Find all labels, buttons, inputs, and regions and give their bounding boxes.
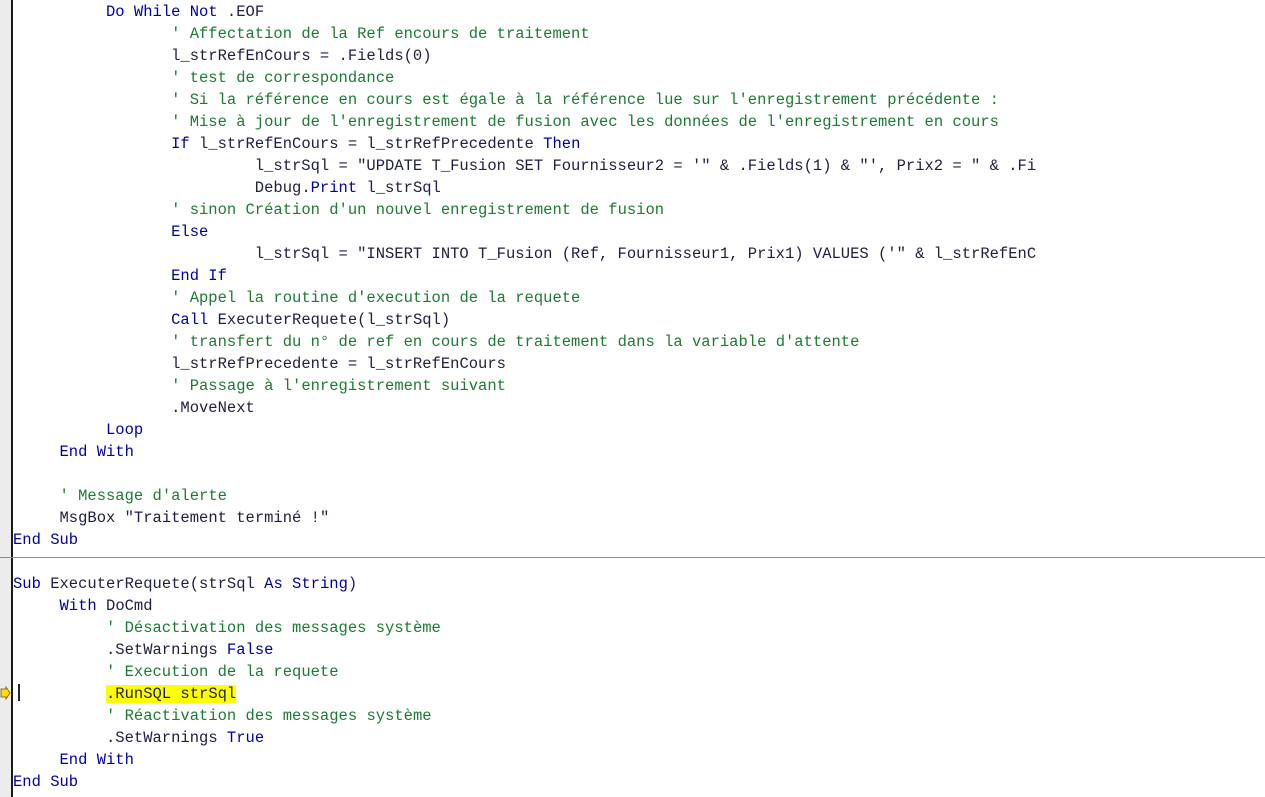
code-line[interactable]: Debug.Print l_strSql: [255, 177, 441, 199]
code-keyword: Do While Not: [106, 3, 218, 21]
code-text: .SetWarnings: [106, 729, 227, 747]
code-keyword: End Sub: [13, 531, 79, 549]
code-line[interactable]: ' Appel la routine d'execution de la req…: [171, 287, 580, 309]
code-line[interactable]: [13, 463, 22, 485]
code-text: .SetWarnings: [106, 641, 227, 659]
code-keyword: End Sub: [13, 773, 79, 791]
code-text: ExecuterRequete(l_strSql): [208, 311, 451, 329]
code-comment: ' transfert du n° de ref en cours de tra…: [171, 333, 860, 351]
code-keyword: With: [59, 597, 97, 615]
code-comment: ' sinon Création d'un nouvel enregistrem…: [171, 201, 665, 219]
code-line[interactable]: MsgBox "Traitement terminé !": [60, 507, 330, 529]
code-keyword: End With: [59, 751, 134, 769]
code-comment: ' Si la référence en cours est égale à l…: [171, 91, 999, 109]
code-surface[interactable]: Do While Not .EOF ' Affectation de la Ref…: [13, 0, 1265, 797]
code-comment: ' Mise à jour de l'enregistrement de fus…: [171, 113, 999, 131]
code-keyword: End With: [59, 443, 134, 461]
code-text: l_strRefEnCours = l_strRefPrecedente: [189, 135, 544, 153]
code-keyword: Call: [171, 311, 209, 329]
code-line[interactable]: ' Réactivation des messages système: [106, 705, 432, 727]
code-text: l_strSql = "UPDATE T_Fusion SET Fourniss…: [254, 157, 1037, 175]
code-line[interactable]: If l_strRefEnCours = l_strRefPrecedente …: [171, 133, 580, 155]
code-line[interactable]: Call ExecuterRequete(l_strSql): [171, 309, 450, 331]
code-line[interactable]: ' Execution de la requete: [106, 661, 339, 683]
code-line[interactable]: ' Affectation de la Ref encours de trait…: [171, 23, 590, 45]
code-keyword: End If: [171, 267, 227, 285]
code-keyword: Sub: [13, 575, 41, 593]
code-keyword: Loop: [106, 421, 144, 439]
code-keyword: False: [226, 641, 274, 659]
code-text: l_strRefPrecedente = l_strRefEnCours: [171, 355, 506, 373]
code-line[interactable]: With DoCmd: [60, 595, 153, 617]
code-keyword: Print: [310, 179, 358, 197]
code-keyword: True: [226, 729, 265, 747]
code-line[interactable]: Do While Not .EOF: [106, 1, 264, 23]
text-caret: [18, 684, 20, 701]
code-line[interactable]: l_strRefEnCours = .Fields(0): [171, 45, 431, 67]
editor-gutter[interactable]: [0, 0, 11, 797]
code-line[interactable]: .SetWarnings True: [106, 727, 264, 749]
code-text: MsgBox "Traitement terminé !": [59, 509, 330, 527]
code-line[interactable]: ' sinon Création d'un nouvel enregistrem…: [171, 199, 664, 221]
code-line[interactable]: End With: [60, 441, 134, 463]
code-comment: ' Désactivation des messages système: [106, 619, 441, 637]
code-keyword: Else: [171, 223, 209, 241]
code-keyword: Then: [543, 135, 581, 153]
vba-code-editor[interactable]: Do While Not .EOF ' Affectation de la Ref…: [0, 0, 1265, 797]
code-text: l_strSql: [357, 179, 441, 197]
code-comment: ' Affectation de la Ref encours de trait…: [171, 25, 590, 43]
code-text: l_strRefEnCours = .Fields(0): [171, 47, 432, 65]
code-line[interactable]: End Sub: [13, 529, 78, 551]
code-line[interactable]: ' Message d'alerte: [60, 485, 227, 507]
code-line[interactable]: End If: [171, 265, 227, 287]
code-keyword: As String: [264, 575, 348, 593]
code-text: ): [347, 575, 358, 593]
code-line[interactable]: l_strSql = "UPDATE T_Fusion SET Fourniss…: [255, 155, 1036, 177]
code-line[interactable]: ' Si la référence en cours est égale à l…: [171, 89, 999, 111]
code-line[interactable]: Loop: [106, 419, 143, 441]
code-comment: ' Passage à l'enregistrement suivant: [171, 377, 506, 395]
code-comment: ' test de correspondance: [171, 69, 395, 87]
code-text: ExecuterRequete(strSql: [40, 575, 265, 593]
code-line[interactable]: ' Passage à l'enregistrement suivant: [171, 375, 506, 397]
code-comment: ' Message d'alerte: [59, 487, 227, 505]
code-line[interactable]: [13, 551, 22, 573]
code-text: .MoveNext: [171, 399, 255, 417]
code-line[interactable]: ' Mise à jour de l'enregistrement de fus…: [171, 111, 999, 133]
highlighted-code-token: .RunSQL strSql: [106, 685, 237, 703]
code-line[interactable]: End Sub: [13, 771, 78, 793]
code-comment: ' Execution de la requete: [106, 663, 339, 681]
code-line[interactable]: ' Désactivation des messages système: [106, 617, 441, 639]
code-comment: ' Réactivation des messages système: [106, 707, 432, 725]
code-line[interactable]: Sub ExecuterRequete(strSql As String): [13, 573, 357, 595]
code-line[interactable]: ' test de correspondance: [171, 67, 394, 89]
code-comment: ' Appel la routine d'execution de la req…: [171, 289, 581, 307]
code-line[interactable]: .RunSQL strSql: [106, 683, 237, 705]
code-line[interactable]: l_strRefPrecedente = l_strRefEnCours: [171, 353, 506, 375]
code-line[interactable]: End With: [60, 749, 134, 771]
code-line[interactable]: Else: [171, 221, 208, 243]
code-text: Debug: [254, 179, 302, 197]
right-arrow-icon: [0, 686, 11, 700]
code-text: .: [301, 179, 311, 197]
code-line[interactable]: .SetWarnings False: [106, 639, 273, 661]
code-text: DoCmd: [96, 597, 153, 615]
code-text: l_strSql = "INSERT INTO T_Fusion (Ref, F…: [254, 245, 1037, 263]
code-text: .EOF: [217, 3, 265, 21]
code-line[interactable]: l_strSql = "INSERT INTO T_Fusion (Ref, F…: [255, 243, 1036, 265]
code-keyword: If: [171, 135, 190, 153]
code-line[interactable]: .MoveNext: [171, 397, 255, 419]
code-line[interactable]: ' transfert du n° de ref en cours de tra…: [171, 331, 859, 353]
